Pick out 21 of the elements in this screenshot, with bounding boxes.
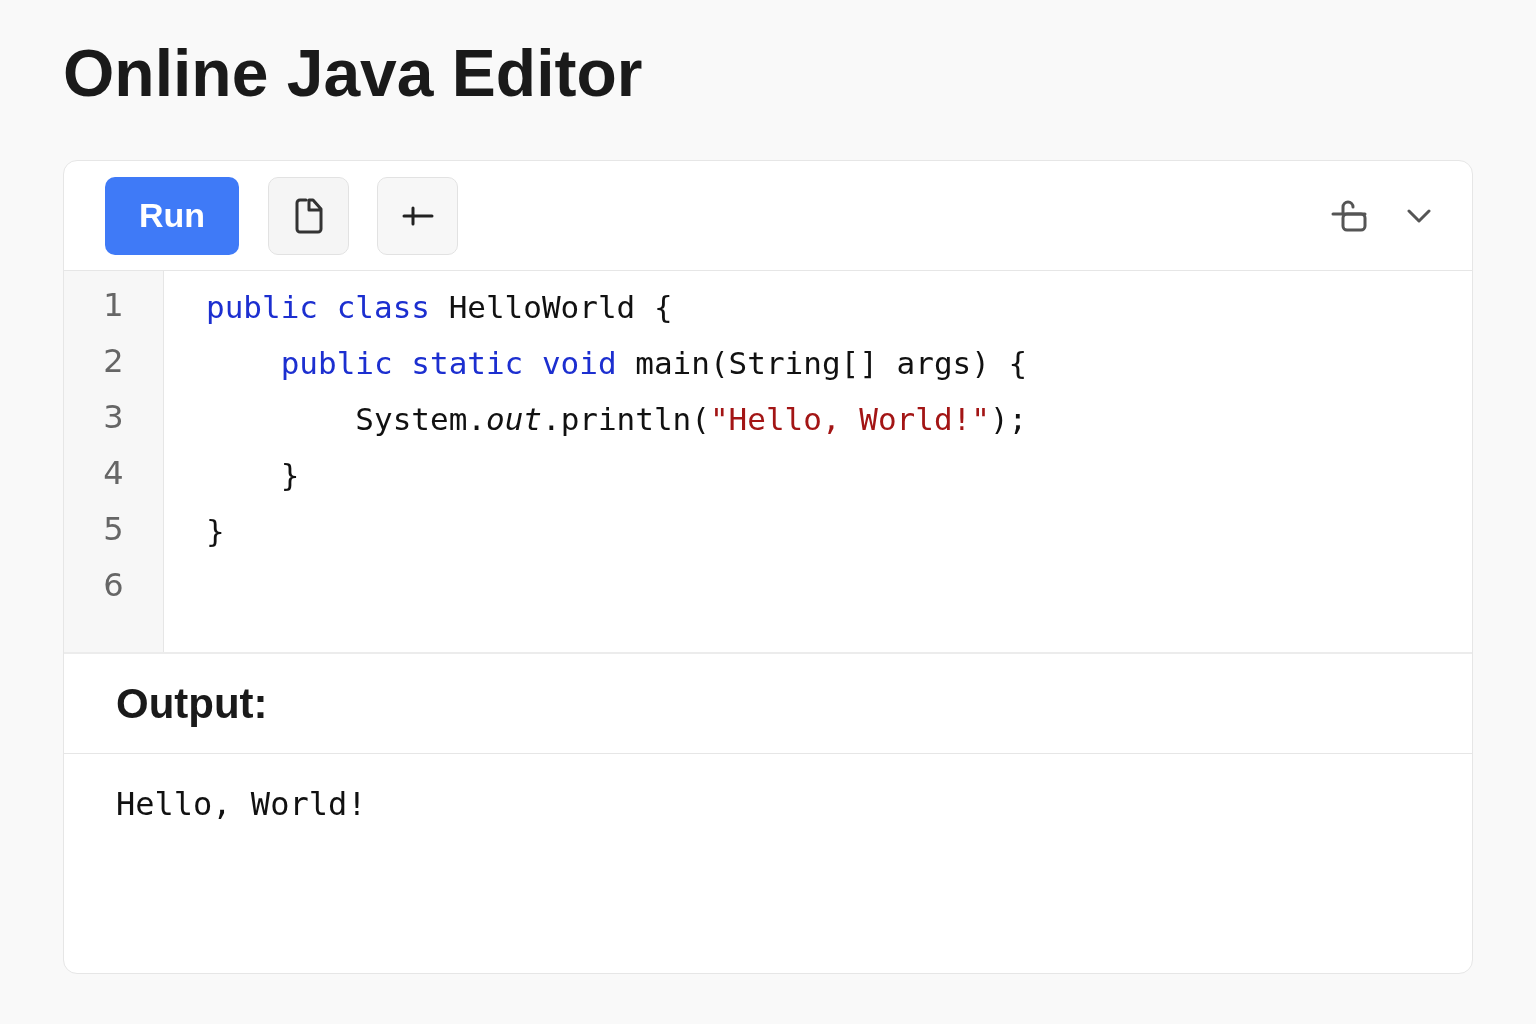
line-number: 3	[103, 397, 124, 438]
line-number: 5	[103, 509, 124, 550]
code-line: }	[206, 512, 225, 551]
run-button[interactable]: Run	[105, 176, 239, 255]
output-text: Hello, World!	[116, 785, 367, 823]
code-line: System.out.println("Hello, World!");	[354, 400, 1028, 439]
line-number: 4	[103, 453, 124, 494]
output-heading: Output:	[116, 679, 268, 729]
file-icon	[293, 196, 324, 235]
line-number: 2	[103, 341, 124, 382]
page-title: Online Java Editor	[63, 40, 643, 112]
code-line: public static void main(String[] args) {	[279, 344, 1028, 383]
add-button[interactable]	[377, 176, 458, 255]
unlock-icon[interactable]	[1331, 199, 1367, 232]
code-line: }	[279, 456, 300, 495]
plus-icon	[401, 205, 434, 226]
line-number: 1	[103, 285, 124, 326]
code-line: public class HelloWorld {	[206, 288, 673, 327]
chevron-down-icon[interactable]	[1407, 208, 1431, 223]
new-file-button[interactable]	[268, 176, 349, 255]
line-number: 6	[103, 565, 124, 606]
